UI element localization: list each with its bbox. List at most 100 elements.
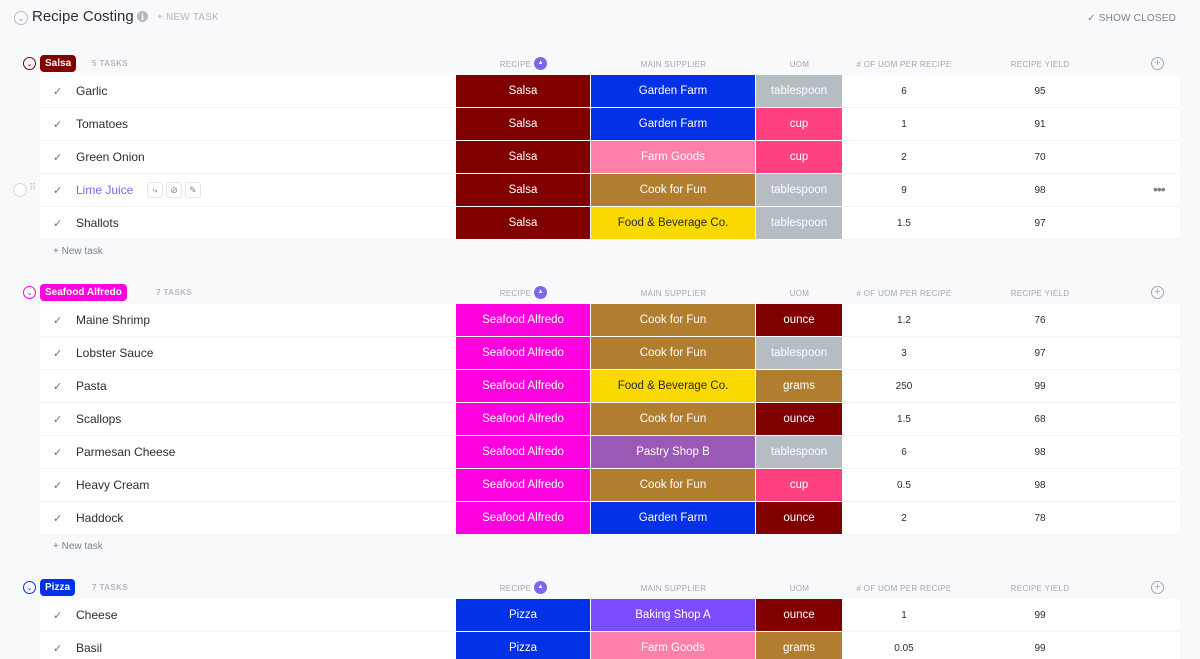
recipe-cell[interactable]: Seafood Alfredo bbox=[456, 403, 591, 436]
column-header-uom[interactable]: UOM bbox=[756, 60, 843, 69]
main-supplier-cell[interactable]: Food & Beverage Co. bbox=[591, 370, 756, 403]
uom-per-recipe-cell[interactable]: 6 bbox=[843, 447, 965, 458]
uom-per-recipe-cell[interactable]: 0.5 bbox=[843, 480, 965, 491]
task-name[interactable]: Lobster Sauce bbox=[76, 346, 153, 360]
main-supplier-cell[interactable]: Cook for Fun bbox=[591, 174, 756, 207]
new-task-button[interactable]: + NEW TASK bbox=[157, 12, 219, 23]
recipe-yield-cell[interactable]: 99 bbox=[980, 381, 1100, 392]
column-header-main-supplier[interactable]: MAIN SUPPLIER bbox=[591, 584, 756, 593]
uom-cell[interactable]: ounce bbox=[756, 403, 843, 436]
checkmark-icon[interactable]: ✓ bbox=[53, 151, 62, 164]
uom-cell[interactable]: cup bbox=[756, 108, 843, 141]
uom-cell[interactable]: ounce bbox=[756, 599, 843, 632]
task-row[interactable]: ⠿ ✓ Lime Juice ⤷ ⊘ ✎ Salsa Cook for Fun … bbox=[13, 174, 1180, 207]
task-row[interactable]: ✓ Green Onion Salsa Farm Goods cup 2 70 bbox=[40, 141, 1180, 174]
task-name[interactable]: Garlic bbox=[76, 84, 107, 98]
group-badge[interactable]: Seafood Alfredo bbox=[40, 284, 127, 301]
task-row[interactable]: ✓ Maine Shrimp Seafood Alfredo Cook for … bbox=[40, 304, 1180, 337]
recipe-yield-cell[interactable]: 98 bbox=[980, 480, 1100, 491]
task-row[interactable]: ✓ Cheese Pizza Baking Shop A ounce 1 99 bbox=[40, 599, 1180, 632]
sort-ascending-icon[interactable]: ▲ bbox=[534, 581, 548, 594]
main-supplier-cell[interactable]: Baking Shop A bbox=[591, 599, 756, 632]
add-column-icon[interactable]: + bbox=[1151, 57, 1164, 70]
recipe-yield-cell[interactable]: 68 bbox=[980, 414, 1100, 425]
recipe-yield-cell[interactable]: 98 bbox=[980, 447, 1100, 458]
task-row[interactable]: ✓ Scallops Seafood Alfredo Cook for Fun … bbox=[40, 403, 1180, 436]
uom-per-recipe-cell[interactable]: 9 bbox=[843, 185, 965, 196]
uom-per-recipe-cell[interactable]: 1 bbox=[843, 119, 965, 130]
column-header-recipe[interactable]: RECIPE ▲ bbox=[456, 581, 591, 594]
recipe-cell[interactable]: Seafood Alfredo bbox=[456, 370, 591, 403]
add-column-icon[interactable]: + bbox=[1151, 286, 1164, 299]
recipe-yield-cell[interactable]: 70 bbox=[980, 152, 1100, 163]
recipe-cell[interactable]: Seafood Alfredo bbox=[456, 337, 591, 370]
checkmark-icon[interactable]: ✓ bbox=[53, 347, 62, 360]
task-row[interactable]: ✓ Basil Pizza Farm Goods grams 0.05 99 bbox=[40, 632, 1180, 659]
main-supplier-cell[interactable]: Garden Farm bbox=[591, 108, 756, 141]
main-supplier-cell[interactable]: Garden Farm bbox=[591, 75, 756, 108]
task-row[interactable]: ✓ Heavy Cream Seafood Alfredo Cook for F… bbox=[40, 469, 1180, 502]
tag-icon[interactable]: ⊘ bbox=[166, 182, 182, 198]
task-name[interactable]: Maine Shrimp bbox=[76, 313, 150, 327]
column-header-recipe[interactable]: RECIPE ▲ bbox=[456, 57, 591, 70]
task-name[interactable]: Pasta bbox=[76, 379, 107, 393]
uom-cell[interactable]: grams bbox=[756, 370, 843, 403]
checkmark-icon[interactable]: ✓ bbox=[53, 184, 62, 197]
show-closed-toggle[interactable]: ✓ SHOW CLOSED bbox=[1087, 13, 1176, 24]
column-header-recipe-yield[interactable]: RECIPE YIELD bbox=[980, 60, 1100, 69]
recipe-cell[interactable]: Salsa bbox=[456, 174, 591, 207]
recipe-cell[interactable]: Seafood Alfredo bbox=[456, 436, 591, 469]
column-header-main-supplier[interactable]: MAIN SUPPLIER bbox=[591, 289, 756, 298]
info-icon[interactable]: i bbox=[137, 11, 148, 22]
column-header-uom-per-recipe[interactable]: # OF UOM PER RECIPE bbox=[843, 60, 965, 69]
uom-per-recipe-cell[interactable]: 1.5 bbox=[843, 218, 965, 229]
recipe-yield-cell[interactable]: 97 bbox=[980, 348, 1100, 359]
task-row[interactable]: ✓ Haddock Seafood Alfredo Garden Farm ou… bbox=[40, 502, 1180, 535]
task-row[interactable]: ✓ Garlic Salsa Garden Farm tablespoon 6 … bbox=[40, 75, 1180, 108]
uom-cell[interactable]: tablespoon bbox=[756, 174, 843, 207]
subtask-icon[interactable]: ⤷ bbox=[147, 182, 163, 198]
uom-per-recipe-cell[interactable]: 1.2 bbox=[843, 315, 965, 326]
uom-per-recipe-cell[interactable]: 3 bbox=[843, 348, 965, 359]
checkmark-icon[interactable]: ✓ bbox=[53, 118, 62, 131]
task-name[interactable]: Basil bbox=[76, 641, 102, 655]
uom-cell[interactable]: tablespoon bbox=[756, 337, 843, 370]
column-header-recipe-yield[interactable]: RECIPE YIELD bbox=[980, 289, 1100, 298]
recipe-cell[interactable]: Pizza bbox=[456, 599, 591, 632]
checkmark-icon[interactable]: ✓ bbox=[53, 512, 62, 525]
collapse-list-toggle[interactable]: ⌄ bbox=[14, 11, 28, 25]
checkmark-icon[interactable]: ✓ bbox=[53, 413, 62, 426]
row-select-checkbox[interactable] bbox=[13, 183, 27, 197]
main-supplier-cell[interactable]: Cook for Fun bbox=[591, 304, 756, 337]
uom-per-recipe-cell[interactable]: 6 bbox=[843, 86, 965, 97]
recipe-cell[interactable]: Seafood Alfredo bbox=[456, 469, 591, 502]
uom-cell[interactable]: tablespoon bbox=[756, 436, 843, 469]
checkmark-icon[interactable]: ✓ bbox=[53, 85, 62, 98]
uom-per-recipe-cell[interactable]: 1 bbox=[843, 610, 965, 621]
recipe-yield-cell[interactable]: 99 bbox=[980, 610, 1100, 621]
add-column-icon[interactable]: + bbox=[1151, 581, 1164, 594]
uom-cell[interactable]: cup bbox=[756, 141, 843, 174]
task-name[interactable]: Parmesan Cheese bbox=[76, 445, 175, 459]
uom-per-recipe-cell[interactable]: 1.5 bbox=[843, 414, 965, 425]
task-row[interactable]: ✓ Shallots Salsa Food & Beverage Co. tab… bbox=[40, 207, 1180, 240]
recipe-cell[interactable]: Salsa bbox=[456, 207, 591, 240]
uom-per-recipe-cell[interactable]: 2 bbox=[843, 152, 965, 163]
uom-per-recipe-cell[interactable]: 250 bbox=[843, 381, 965, 392]
group-collapse-toggle[interactable]: ⌄ bbox=[23, 286, 36, 299]
uom-cell[interactable]: ounce bbox=[756, 304, 843, 337]
column-header-uom-per-recipe[interactable]: # OF UOM PER RECIPE bbox=[843, 584, 965, 593]
column-header-recipe-yield[interactable]: RECIPE YIELD bbox=[980, 584, 1100, 593]
main-supplier-cell[interactable]: Cook for Fun bbox=[591, 469, 756, 502]
recipe-cell[interactable]: Pizza bbox=[456, 632, 591, 659]
drag-handle-icon[interactable]: ⠿ bbox=[29, 183, 36, 194]
uom-per-recipe-cell[interactable]: 2 bbox=[843, 513, 965, 524]
uom-cell[interactable]: tablespoon bbox=[756, 207, 843, 240]
task-name[interactable]: Scallops bbox=[76, 412, 121, 426]
checkmark-icon[interactable]: ✓ bbox=[53, 314, 62, 327]
main-supplier-cell[interactable]: Garden Farm bbox=[591, 502, 756, 535]
recipe-yield-cell[interactable]: 97 bbox=[980, 218, 1100, 229]
task-name[interactable]: Heavy Cream bbox=[76, 478, 149, 492]
recipe-yield-cell[interactable]: 76 bbox=[980, 315, 1100, 326]
main-supplier-cell[interactable]: Cook for Fun bbox=[591, 337, 756, 370]
